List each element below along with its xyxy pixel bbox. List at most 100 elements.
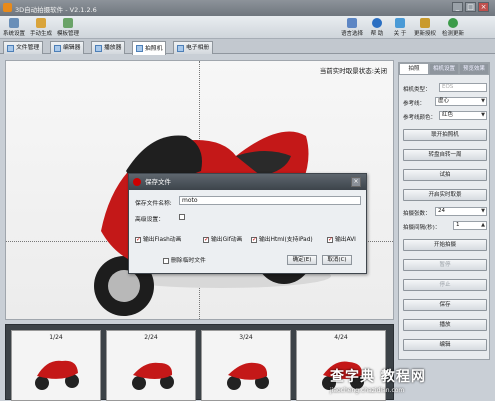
system-settings-button[interactable]: 系统设置 <box>2 16 26 39</box>
template-icon <box>63 18 73 28</box>
cancel-button[interactable]: 取消(C) <box>322 255 352 265</box>
shots-count-label: 拍摄张数： <box>403 211 431 217</box>
camera-icon <box>136 45 143 52</box>
camera-type-field[interactable]: EOS <box>439 83 487 92</box>
window-title: 3D自动拍摄软件 - V2.1.2.6 <box>15 6 97 14</box>
reference-line-label: 参考线： <box>403 101 426 107</box>
watermark: 查字典 教程网 jiaocheng.chazidian.com <box>330 366 495 400</box>
help-label: 帮 助 <box>370 31 384 37</box>
thumbnail-label: 2/24 <box>144 334 158 341</box>
gear-icon <box>9 18 19 28</box>
interval-label: 拍摄间隔(秒)： <box>403 225 441 231</box>
about-button[interactable]: 关 于 <box>390 16 410 39</box>
thumbnail-2[interactable]: 2/24 <box>106 330 196 401</box>
delete-temp-option[interactable]: 删除临时文件 <box>163 255 206 264</box>
chevron-down-icon: ▼ <box>481 112 485 118</box>
output-html-checkbox[interactable] <box>251 236 257 243</box>
update-icon <box>448 18 458 28</box>
output-avi-option[interactable]: 输出AVI <box>327 234 356 243</box>
file-name-label: 保存文件名称: <box>135 201 172 207</box>
tab-label: 文件管理 <box>16 45 40 51</box>
dialog-close-button[interactable]: × <box>351 177 361 187</box>
reference-line-value: 虚心 <box>438 98 450 104</box>
manual-generate-label: 手动生成 <box>29 31 52 37</box>
output-avi-label: 输出AVI <box>335 237 356 243</box>
wand-icon <box>36 18 46 28</box>
dialog-title-bar: 保存文件 × <box>129 174 366 190</box>
motorcycle-thumbnail <box>35 360 79 390</box>
start-shooting-button[interactable]: 开始拍摄 <box>403 239 487 251</box>
tab-bar: 文件管理 编辑器 播放器 拍照机 电子相册 <box>0 39 495 55</box>
panel-tab-preview-effect[interactable]: 预览效果 <box>459 63 489 75</box>
advanced-settings-checkbox[interactable] <box>179 214 185 220</box>
play-button[interactable]: 播放 <box>403 319 487 331</box>
system-settings-label: 系统设置 <box>2 31 25 37</box>
tab-label: 编辑器 <box>63 45 81 51</box>
editor-icon <box>54 44 61 52</box>
camera-type-label: 相机类型： <box>403 87 431 93</box>
maximize-button[interactable]: □ <box>465 2 476 12</box>
check-update-button[interactable]: 检测更新 <box>440 16 466 39</box>
tab-photo-album[interactable]: 电子相册 <box>173 41 214 54</box>
tab-label: 电子相册 <box>186 45 210 51</box>
thumbnail-1[interactable]: 1/24 <box>11 330 101 401</box>
output-gif-option[interactable]: 输出Gif动画 <box>203 234 242 243</box>
save-file-dialog: 保存文件 × 保存文件名称: moto 高级设置： 输出Flash动画 输出Gif… <box>128 173 367 274</box>
tab-camera[interactable]: 拍照机 <box>132 41 167 55</box>
connect-camera-button[interactable]: 联开拍照机 <box>403 129 487 141</box>
ok-button[interactable]: 确定(E) <box>287 255 317 265</box>
pause-button[interactable]: 暂停 <box>403 259 487 271</box>
thumbnail-label: 3/24 <box>239 334 253 341</box>
motorcycle-thumbnail <box>227 362 269 390</box>
test-shot-button[interactable]: 试拍 <box>403 169 487 181</box>
shots-count-select[interactable]: 24 ▼ <box>435 207 487 216</box>
close-button[interactable]: × <box>478 2 489 12</box>
help-icon <box>372 18 382 28</box>
thumbnail-label: 4/24 <box>334 334 348 341</box>
help-button[interactable]: 帮 助 <box>367 16 387 39</box>
file-name-input[interactable]: moto <box>179 196 361 205</box>
tab-player[interactable]: 播放器 <box>91 41 126 54</box>
panel-tab-camera-settings[interactable]: 相机设置 <box>429 63 459 75</box>
check-update-label: 检测更新 <box>441 31 464 37</box>
delete-temp-label: 删除临时文件 <box>171 258 206 264</box>
minimize-button[interactable]: _ <box>452 2 463 12</box>
control-panel: 拍照 相机设置 预览效果 相机类型： EOS 参考线： 虚心 ▼ 参考线颜色： 红… <box>398 62 490 360</box>
edit-button[interactable]: 编辑 <box>403 339 487 351</box>
output-gif-checkbox[interactable] <box>203 236 209 243</box>
thumbnail-label: 1/24 <box>49 334 63 341</box>
watermark-url: jiaocheng.chazidian.com <box>330 387 405 394</box>
watermark-title: 查字典 教程网 <box>330 369 426 385</box>
reference-line-select[interactable]: 虚心 ▼ <box>435 97 487 106</box>
output-html-option[interactable]: 输出Html(支持iPad) <box>251 234 313 243</box>
update-license-button[interactable]: 更新授权 <box>412 16 438 39</box>
language-label: 语言选择 <box>340 31 363 37</box>
template-manage-button[interactable]: 模板管理 <box>56 16 80 39</box>
live-view-button[interactable]: 开启实时取景 <box>403 189 487 201</box>
app-icon <box>133 178 141 186</box>
tab-file-manager[interactable]: 文件管理 <box>3 41 44 54</box>
output-gif-label: 输出Gif动画 <box>211 237 243 243</box>
app-icon <box>3 3 12 12</box>
menu-bar: 系统设置 手动生成 模板管理 语言选择 帮 助 关 于 更新授权 检测更新 <box>0 16 495 39</box>
info-icon <box>395 18 405 28</box>
thumbnail-3[interactable]: 3/24 <box>201 330 291 401</box>
update-license-label: 更新授权 <box>413 31 436 37</box>
language-button[interactable]: 语言选择 <box>340 16 364 39</box>
panel-tab-shoot[interactable]: 拍照 <box>399 63 429 75</box>
dialog-title: 保存文件 <box>145 178 171 186</box>
output-avi-checkbox[interactable] <box>327 236 333 243</box>
tab-editor[interactable]: 编辑器 <box>50 41 85 54</box>
player-icon <box>95 44 102 52</box>
manual-generate-button[interactable]: 手动生成 <box>29 16 53 39</box>
template-manage-label: 模板管理 <box>56 31 79 37</box>
turntable-rotate-button[interactable]: 转盘自转一周 <box>403 149 487 161</box>
output-flash-option[interactable]: 输出Flash动画 <box>135 234 181 243</box>
reference-color-select[interactable]: 红色 ▼ <box>439 111 487 120</box>
key-icon <box>420 18 430 28</box>
stop-button[interactable]: 停止 <box>403 279 487 291</box>
interval-field[interactable]: 1 ▲ <box>453 221 487 230</box>
delete-temp-checkbox[interactable] <box>163 257 169 264</box>
save-button[interactable]: 保存 <box>403 299 487 311</box>
output-flash-checkbox[interactable] <box>135 236 141 243</box>
